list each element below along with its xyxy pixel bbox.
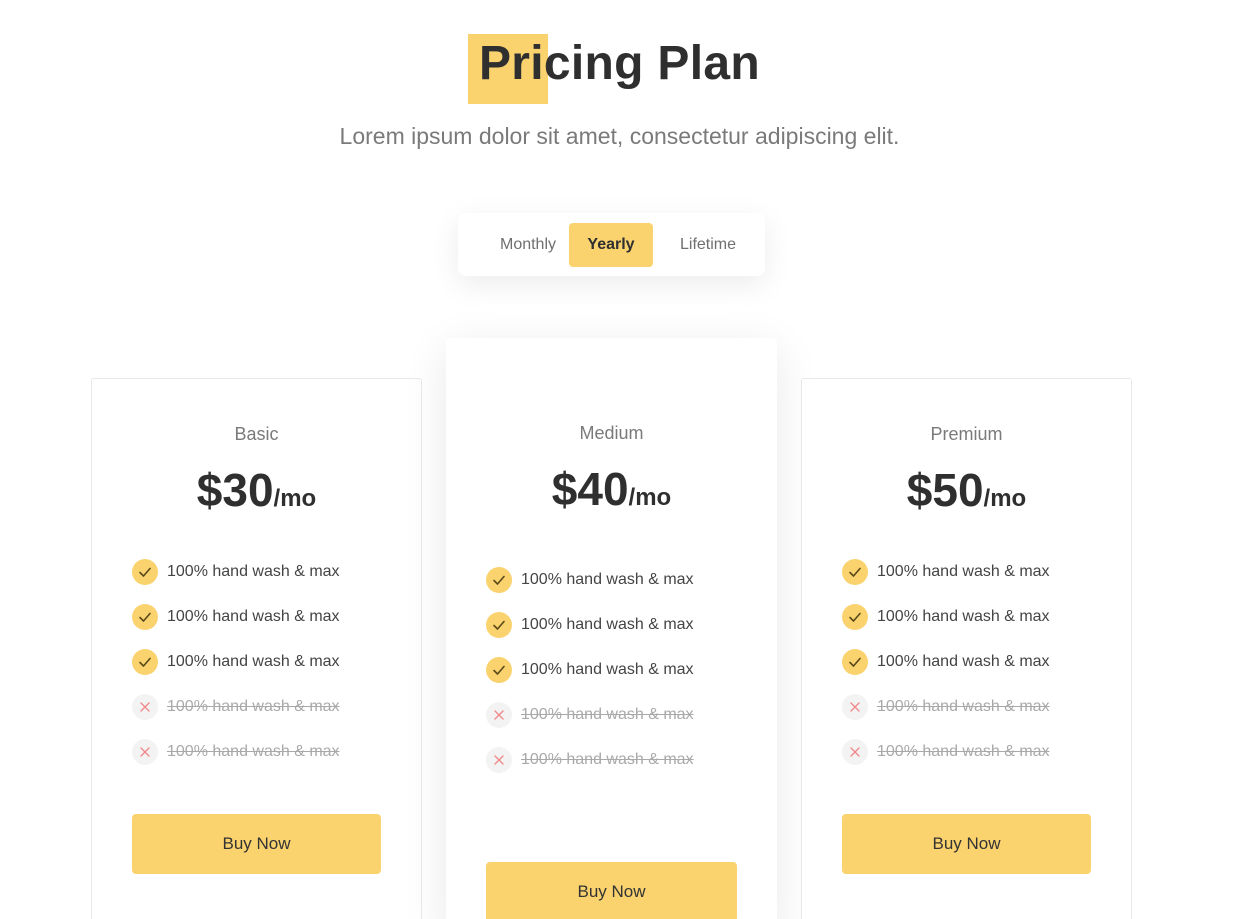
feature-item: 100% hand wash & max — [486, 747, 694, 792]
page-subtitle: Lorem ipsum dolor sit amet, consectetur … — [339, 123, 900, 149]
check-icon — [132, 559, 158, 585]
feature-label: 100% hand wash & max — [877, 698, 1050, 715]
title-wrap: Pricing Plan — [0, 30, 1239, 104]
check-icon — [842, 604, 868, 630]
feature-item: 100% hand wash & max — [842, 559, 1050, 604]
feature-label: 100% hand wash & max — [167, 698, 340, 715]
buy-now-button[interactable]: Buy Now — [486, 862, 737, 919]
feature-label: 100% hand wash & max — [521, 706, 694, 723]
feature-item: 100% hand wash & max — [842, 694, 1050, 739]
page-title: Pricing Plan — [467, 30, 760, 104]
check-icon — [842, 649, 868, 675]
buy-now-button[interactable]: Buy Now — [132, 814, 381, 874]
toggle-lifetime[interactable]: Lifetime — [663, 223, 753, 267]
plan-name: Medium — [579, 423, 644, 443]
buy-now-button[interactable]: Buy Now — [842, 814, 1091, 874]
feature-label: 100% hand wash & max — [167, 653, 340, 670]
plan-price: $50/mo — [802, 463, 1131, 517]
price-amount: $50 — [906, 464, 984, 516]
feature-item: 100% hand wash & max — [132, 694, 340, 739]
feature-list: 100% hand wash & max 100% hand wash & max… — [842, 559, 1050, 784]
plan-name: Basic — [234, 424, 279, 444]
billing-toggle: Monthly Yearly Lifetime — [458, 213, 765, 276]
price-amount: $40 — [551, 463, 629, 515]
check-icon — [486, 612, 512, 638]
plan-name: Premium — [930, 424, 1003, 444]
feature-label: 100% hand wash & max — [877, 653, 1050, 670]
price-period: /mo — [983, 485, 1027, 512]
feature-item: 100% hand wash & max — [132, 739, 340, 784]
feature-item: 100% hand wash & max — [842, 739, 1050, 784]
feature-item: 100% hand wash & max — [842, 604, 1050, 649]
check-icon — [132, 649, 158, 675]
close-icon — [132, 739, 158, 765]
price-period: /mo — [273, 485, 317, 512]
toggle-monthly[interactable]: Monthly — [478, 223, 578, 267]
feature-item: 100% hand wash & max — [486, 612, 694, 657]
feature-item: 100% hand wash & max — [132, 559, 340, 604]
plan-price: $40/mo — [446, 462, 777, 516]
feature-list: 100% hand wash & max 100% hand wash & max… — [486, 567, 694, 792]
page-title-text: Pricing Plan — [478, 37, 760, 90]
pricing-page: Pricing Plan Lorem ipsum dolor sit amet,… — [0, 0, 1239, 919]
feature-label: 100% hand wash & max — [521, 571, 694, 588]
close-icon — [486, 702, 512, 728]
close-icon — [486, 747, 512, 773]
feature-list: 100% hand wash & max 100% hand wash & max… — [132, 559, 340, 784]
price-period: /mo — [628, 484, 672, 511]
check-icon — [842, 559, 868, 585]
toggle-yearly[interactable]: Yearly — [569, 223, 653, 267]
feature-label: 100% hand wash & max — [877, 608, 1050, 625]
check-icon — [486, 567, 512, 593]
close-icon — [842, 739, 868, 765]
check-icon — [132, 604, 158, 630]
feature-label: 100% hand wash & max — [521, 751, 694, 768]
plan-card-medium: Medium $40/mo 100% hand wash & max 100% h… — [446, 338, 777, 919]
feature-item: 100% hand wash & max — [132, 649, 340, 694]
close-icon — [132, 694, 158, 720]
feature-label: 100% hand wash & max — [521, 661, 694, 678]
check-icon — [486, 657, 512, 683]
feature-label: 100% hand wash & max — [877, 563, 1050, 580]
plan-card-premium: Premium $50/mo 100% hand wash & max 100% … — [801, 378, 1132, 919]
feature-item: 100% hand wash & max — [486, 657, 694, 702]
feature-item: 100% hand wash & max — [132, 604, 340, 649]
plan-price: $30/mo — [92, 463, 421, 517]
price-amount: $30 — [196, 464, 274, 516]
feature-item: 100% hand wash & max — [486, 567, 694, 612]
close-icon — [842, 694, 868, 720]
feature-label: 100% hand wash & max — [877, 743, 1050, 760]
plan-card-basic: Basic $30/mo 100% hand wash & max 100% ha… — [91, 378, 422, 919]
feature-label: 100% hand wash & max — [167, 563, 340, 580]
feature-item: 100% hand wash & max — [842, 649, 1050, 694]
feature-label: 100% hand wash & max — [167, 608, 340, 625]
feature-label: 100% hand wash & max — [167, 743, 340, 760]
feature-item: 100% hand wash & max — [486, 702, 694, 747]
feature-label: 100% hand wash & max — [521, 616, 694, 633]
